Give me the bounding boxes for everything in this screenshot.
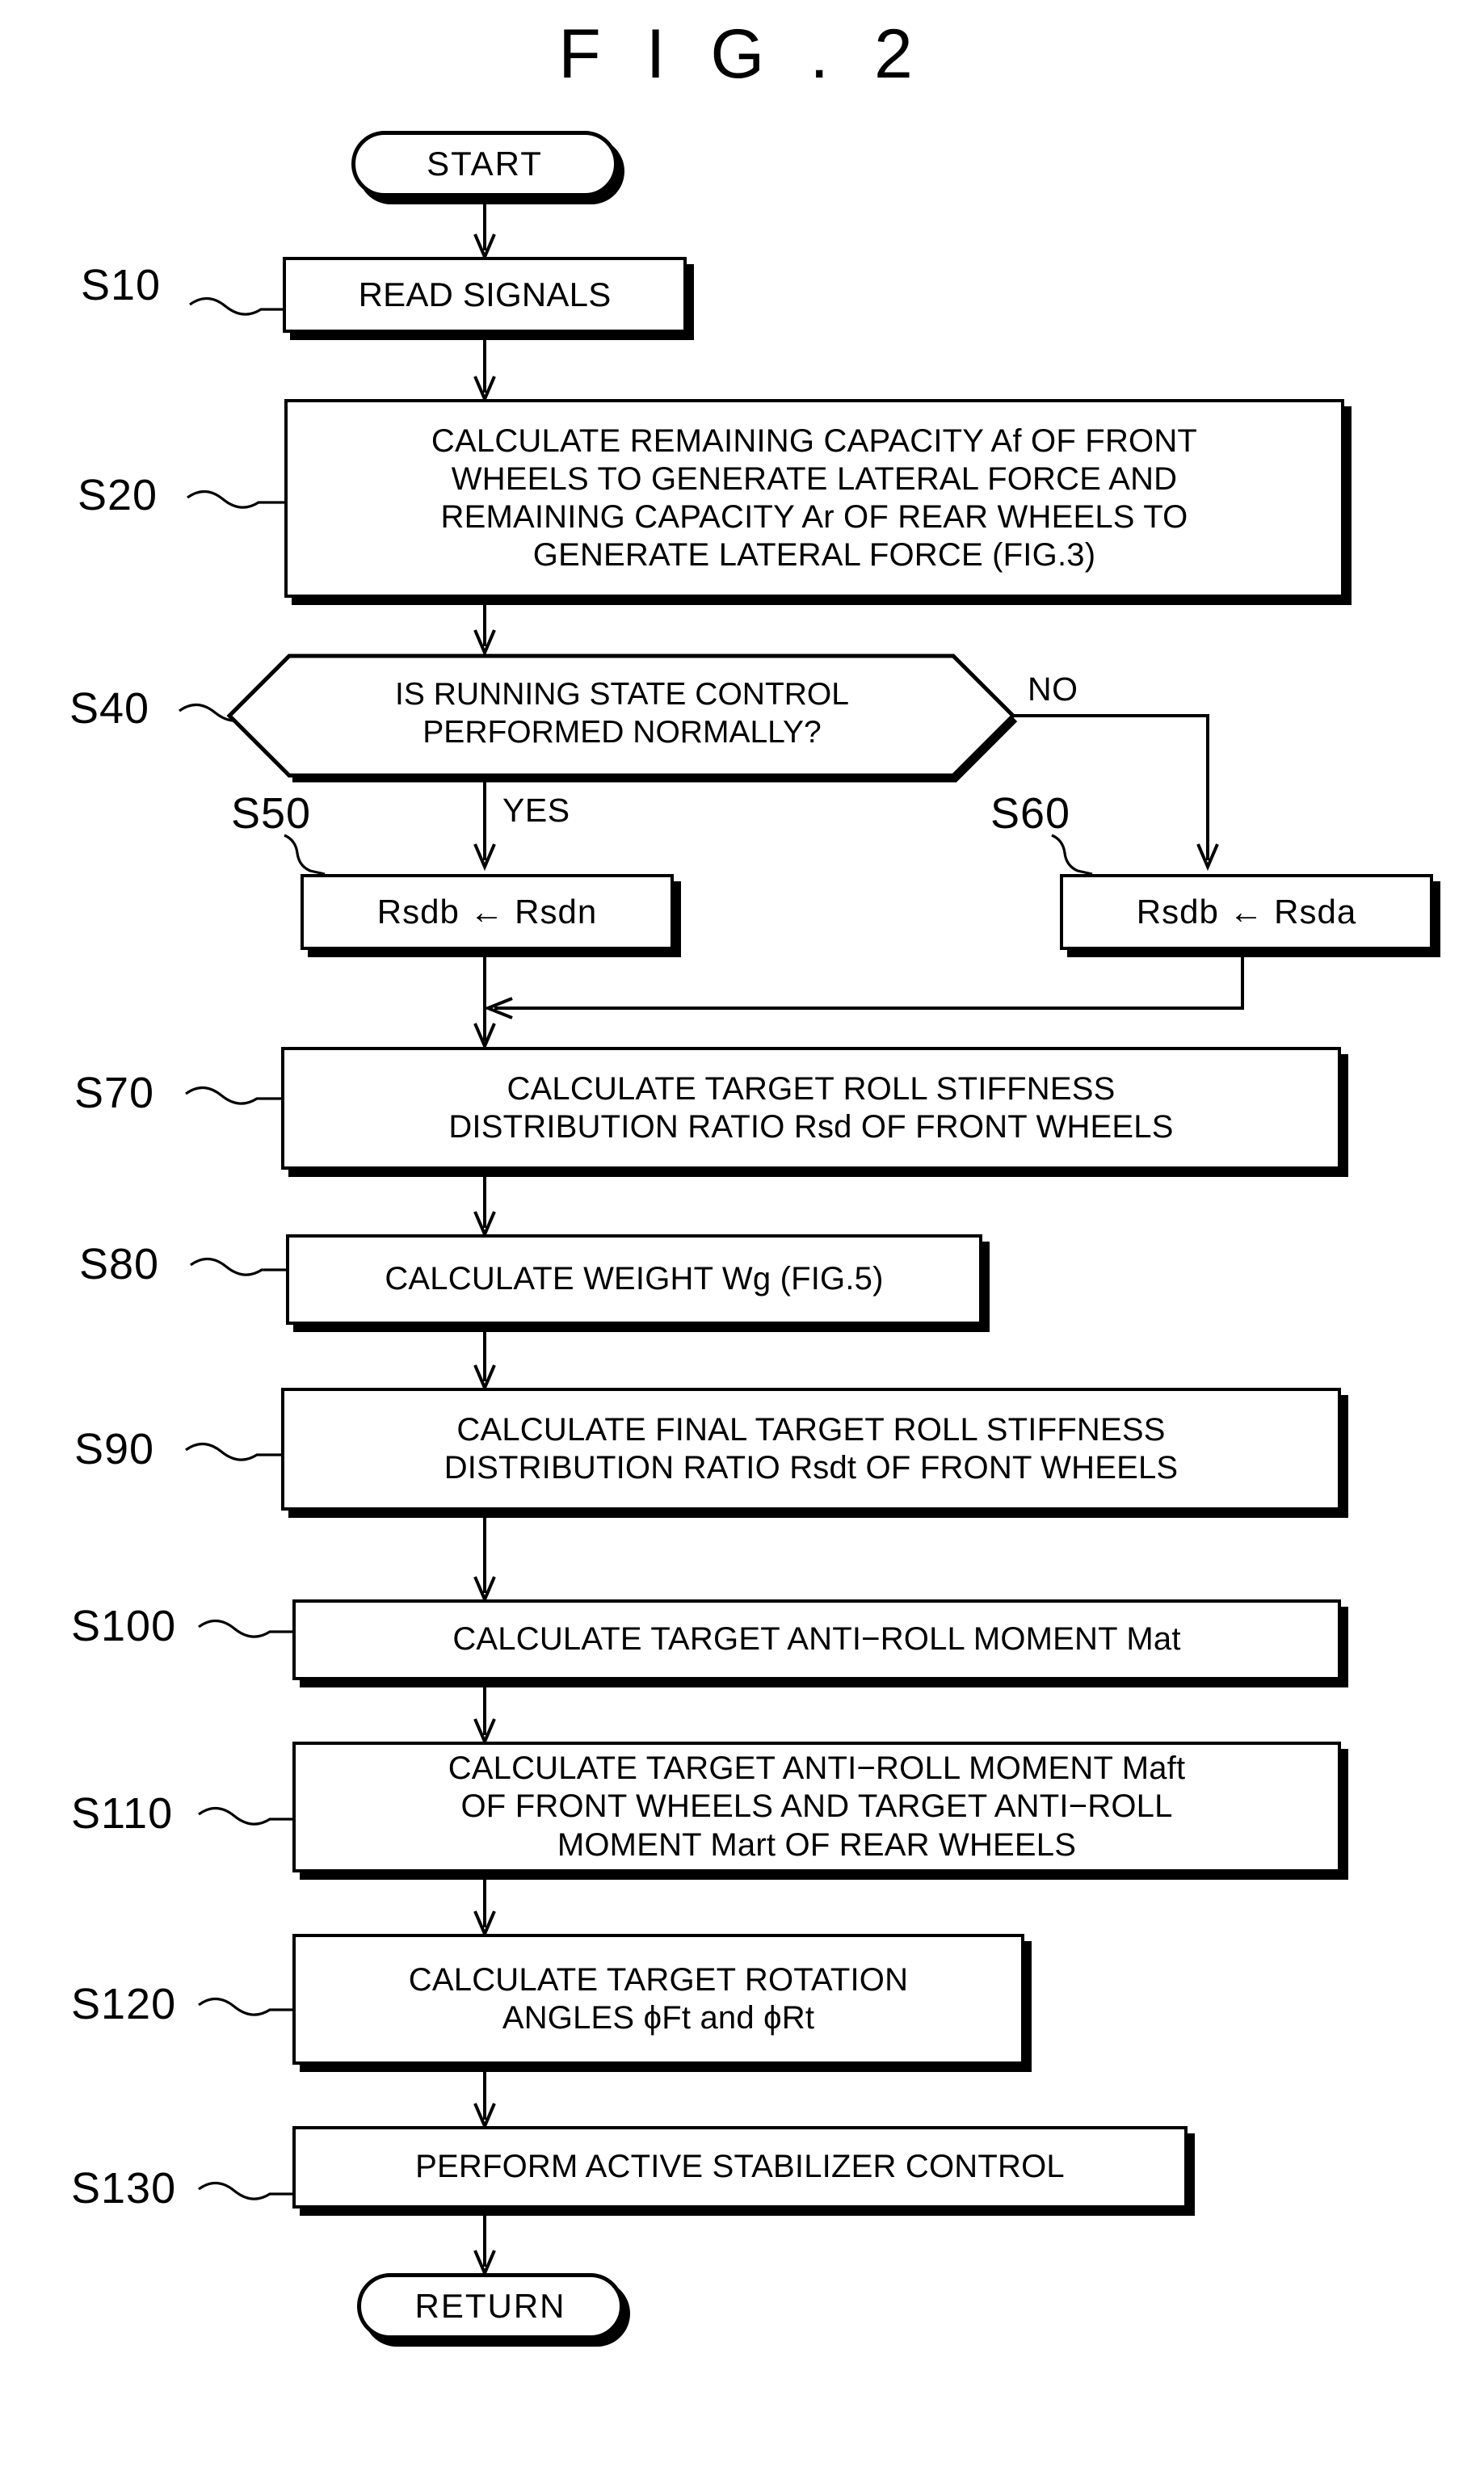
figure-title: F I G . 2	[558, 15, 926, 93]
node-s60: Rsdb ← Rsda	[1060, 874, 1433, 950]
node-s90: CALCULATE FINAL TARGET ROLL STIFFNESS DI…	[281, 1388, 1341, 1511]
step-label-s100: S100	[71, 1602, 177, 1650]
node-s120-label: CALCULATE TARGET ROTATION ANGLES ϕFt and…	[408, 1961, 909, 2036]
node-s20-label: CALCULATE REMAINING CAPACITY Af OF FRONT…	[431, 422, 1198, 574]
step-label-s80: S80	[79, 1240, 160, 1288]
node-s100-label: CALCULATE TARGET ANTI−ROLL MOMENT Mat	[452, 1621, 1181, 1658]
step-label-s70: S70	[74, 1069, 155, 1117]
step-label-s60: S60	[990, 789, 1071, 838]
step-label-s110: S110	[71, 1789, 174, 1838]
node-s80: CALCULATE WEIGHT Wg (FIG.5)	[286, 1234, 982, 1325]
node-s70-label: CALCULATE TARGET ROLL STIFFNESS DISTRIBU…	[448, 1070, 1174, 1145]
node-s130: PERFORM ACTIVE STABILIZER CONTROL	[292, 2126, 1188, 2209]
node-s80-label: CALCULATE WEIGHT Wg (FIG.5)	[385, 1261, 884, 1297]
node-s10: READ SIGNALS	[283, 257, 687, 333]
node-start: START	[351, 131, 618, 197]
node-return: RETURN	[357, 2273, 624, 2339]
node-s20: CALCULATE REMAINING CAPACITY Af OF FRONT…	[284, 399, 1344, 598]
node-return-label: RETURN	[414, 2287, 566, 2326]
node-start-label: START	[427, 145, 543, 183]
branch-label-yes: YES	[502, 792, 570, 829]
step-label-s20: S20	[78, 471, 158, 519]
node-s120: CALCULATE TARGET ROTATION ANGLES ϕFt and…	[292, 1934, 1024, 2065]
node-s40-label: IS RUNNING STATE CONTROL PERFORMED NORMA…	[395, 677, 849, 750]
step-label-s50: S50	[231, 789, 312, 838]
node-s60-label: Rsdb ← Rsda	[1136, 893, 1357, 931]
node-s10-label: READ SIGNALS	[358, 275, 612, 314]
node-s100: CALCULATE TARGET ANTI−ROLL MOMENT Mat	[292, 1599, 1341, 1680]
step-label-s10: S10	[81, 261, 162, 309]
node-s90-label: CALCULATE FINAL TARGET ROLL STIFFNESS DI…	[444, 1411, 1179, 1486]
branch-label-no: NO	[1028, 670, 1078, 708]
node-s40: IS RUNNING STATE CONTROL PERFORMED NORMA…	[226, 653, 1018, 783]
step-label-s40: S40	[69, 684, 150, 733]
step-label-s120: S120	[71, 1980, 177, 2028]
figure-canvas: F I G . 2 START S10 READ SIGNALS S20 CAL…	[0, 0, 1484, 2488]
node-s110-label: CALCULATE TARGET ANTI−ROLL MOMENT Maft O…	[448, 1750, 1186, 1863]
node-s50: Rsdb ← Rsdn	[301, 874, 674, 950]
step-label-s130: S130	[71, 2164, 177, 2213]
node-s70: CALCULATE TARGET ROLL STIFFNESS DISTRIBU…	[281, 1047, 1341, 1170]
node-s130-label: PERFORM ACTIVE STABILIZER CONTROL	[415, 2149, 1065, 2185]
step-label-s90: S90	[74, 1425, 155, 1473]
node-s50-label: Rsdb ← Rsdn	[376, 893, 598, 931]
node-s110: CALCULATE TARGET ANTI−ROLL MOMENT Maft O…	[292, 1742, 1341, 1872]
